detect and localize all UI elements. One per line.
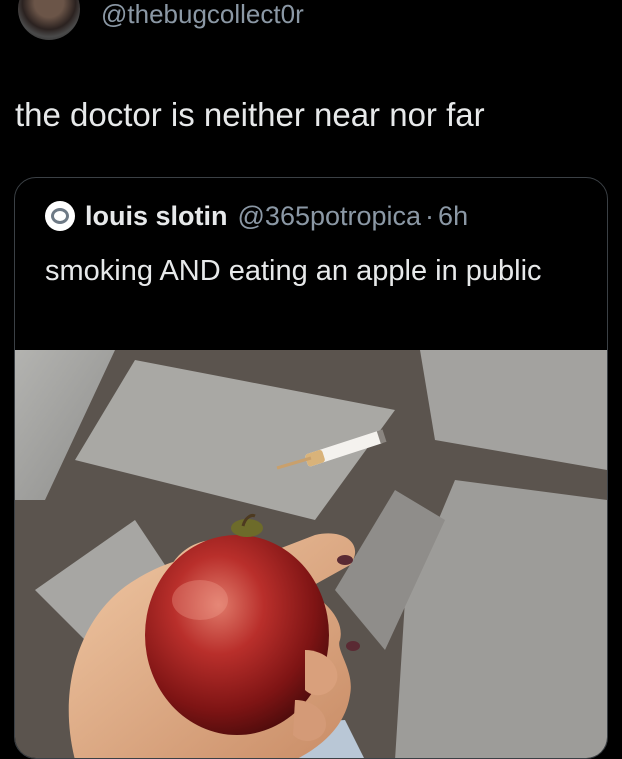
tweet-text: the doctor is neither near nor far	[15, 96, 485, 133]
quoted-author-handle[interactable]: @365potropica	[238, 201, 422, 232]
photo-hand-apple-cigarette	[15, 350, 607, 758]
quoted-author-avatar[interactable]	[45, 201, 75, 231]
author-avatar[interactable]	[18, 0, 80, 40]
quoted-tweet-header: louis slotin @365potropica · 6h	[45, 200, 468, 232]
quoted-tweet-timestamp[interactable]: 6h	[438, 201, 468, 232]
quoted-tweet-text: smoking AND eating an apple in public	[45, 255, 542, 287]
quoted-tweet-card[interactable]: louis slotin @365potropica · 6h smoking …	[14, 177, 608, 759]
author-handle[interactable]: @thebugcollect0r	[101, 0, 304, 29]
quoted-tweet-photo[interactable]	[15, 350, 607, 758]
quoted-author-name[interactable]: louis slotin	[85, 201, 228, 232]
separator-dot: ·	[425, 200, 435, 231]
